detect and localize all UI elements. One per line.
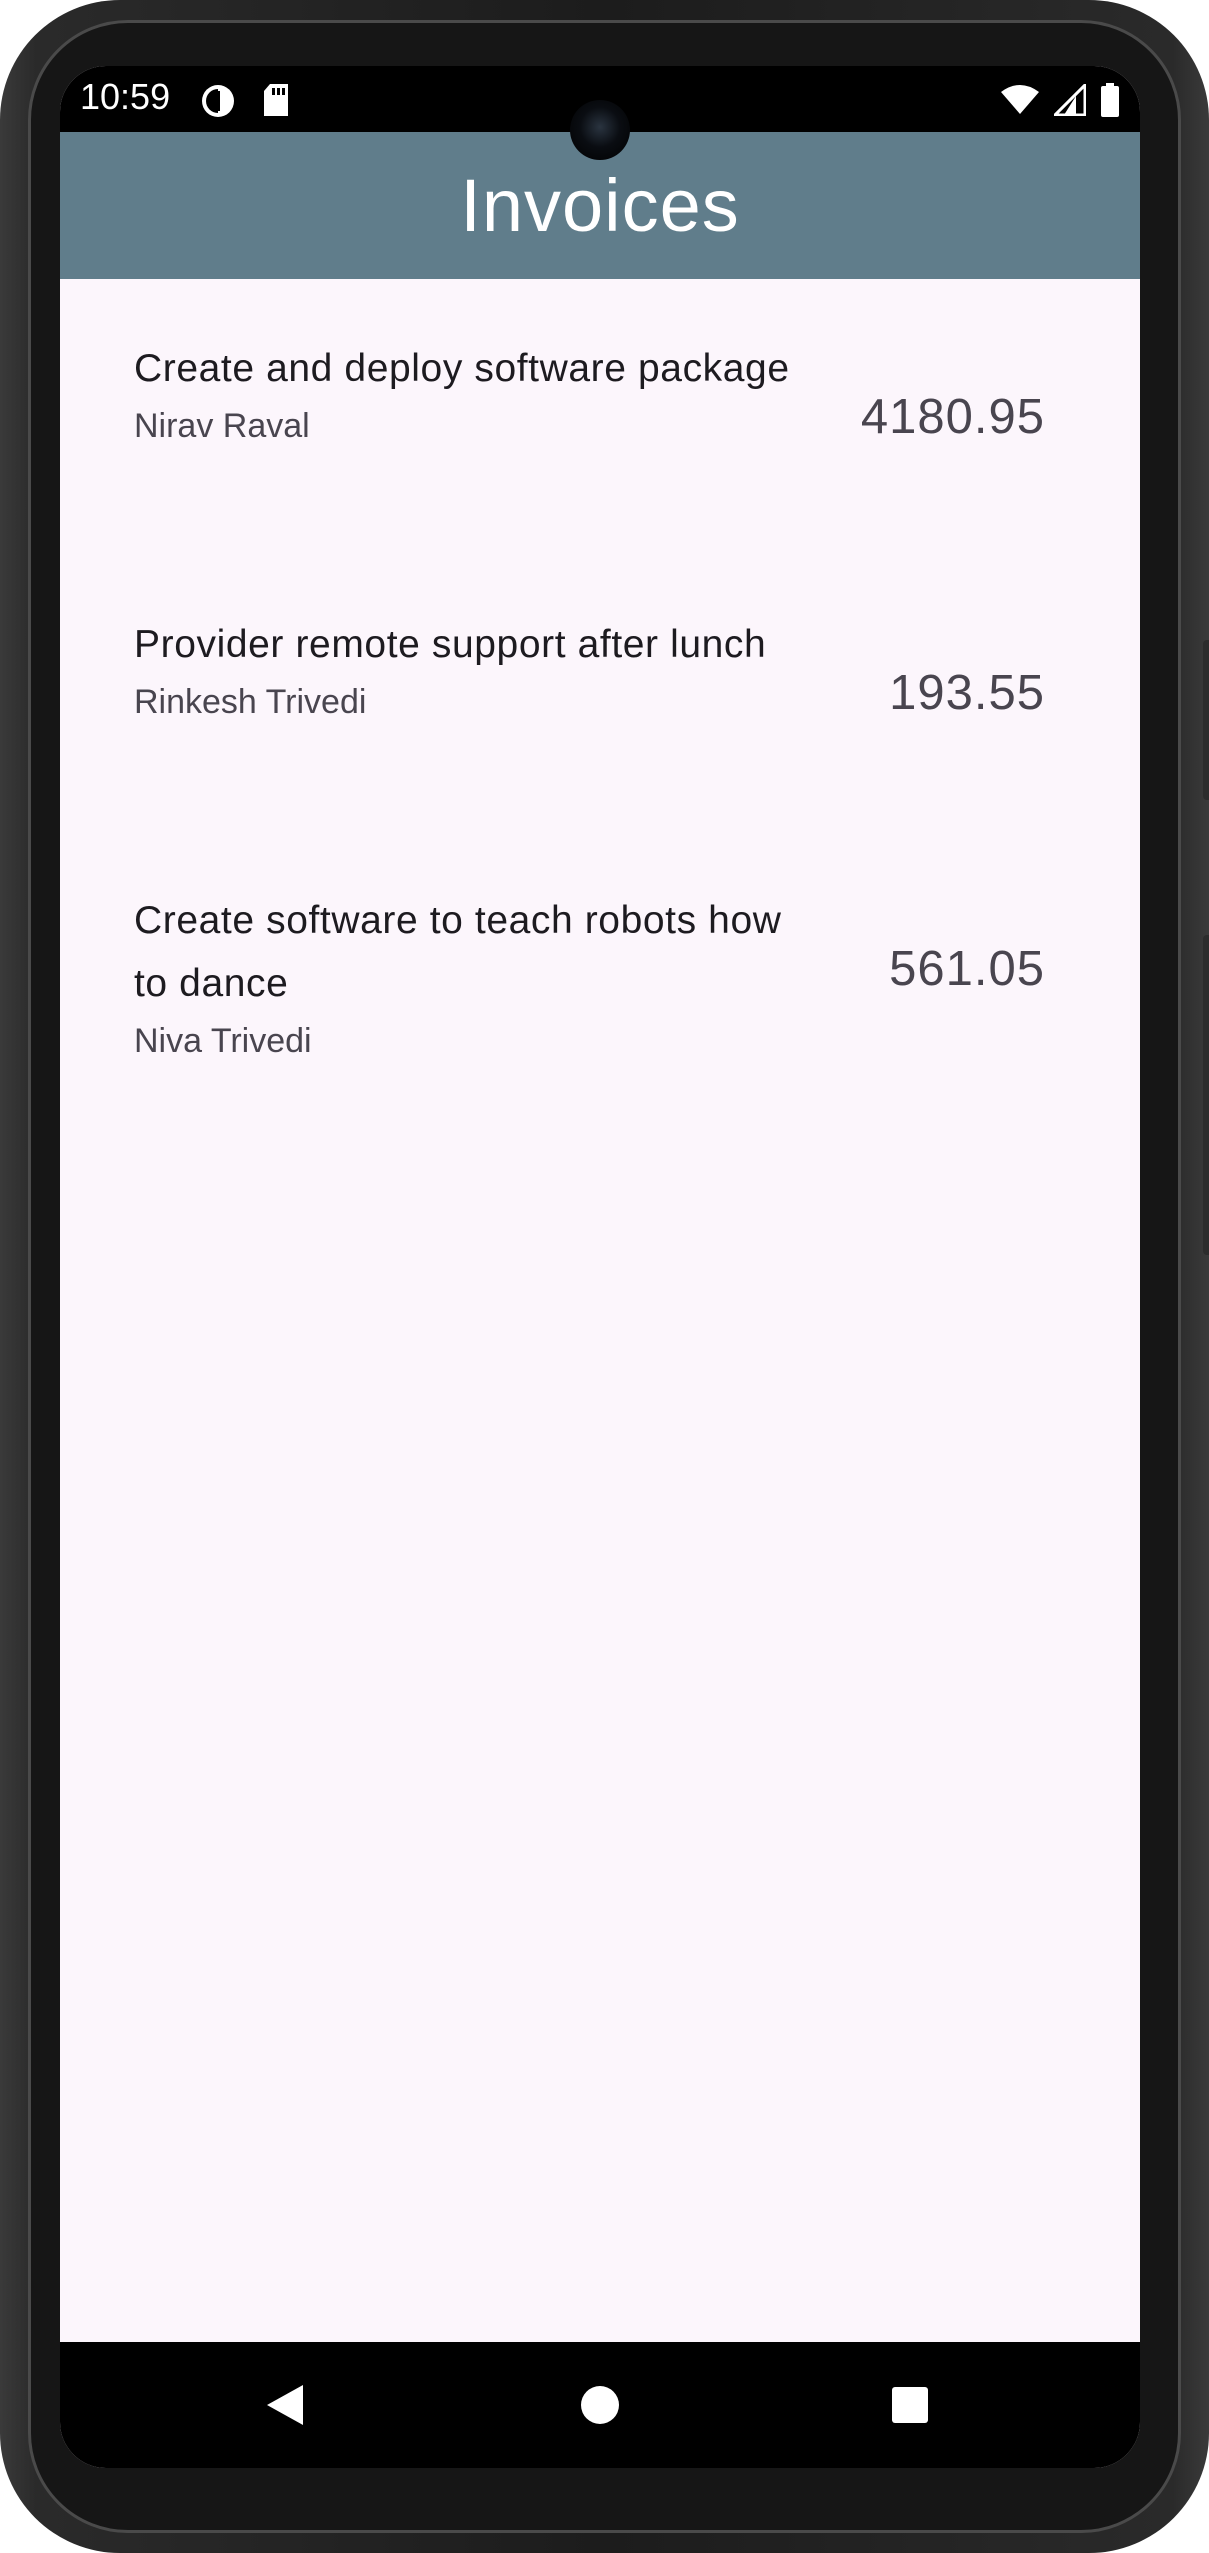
screen: 10:59 Invoices Create and deploy softwar… <box>60 66 1140 2468</box>
status-time: 10:59 <box>80 76 171 117</box>
recents-icon[interactable] <box>880 2375 940 2435</box>
device-frame: 10:59 Invoices Create and deploy softwar… <box>0 0 1209 2553</box>
back-icon[interactable] <box>255 2375 315 2435</box>
invoice-title: Create software to teach robots how to d… <box>134 899 782 1005</box>
front-camera <box>570 100 630 160</box>
invoice-amount: 561.05 <box>889 942 1045 996</box>
volume-button <box>1203 640 1209 800</box>
battery-icon <box>1100 83 1120 121</box>
invoice-client: Niva Trivedi <box>134 1022 312 1060</box>
invoice-client: Nirav Raval <box>134 407 310 445</box>
power-button <box>1203 935 1209 1255</box>
data-saver-icon <box>200 83 236 123</box>
wifi-icon <box>1000 84 1040 120</box>
invoice-row[interactable]: Create and deploy software package Nirav… <box>60 279 1140 555</box>
home-icon[interactable] <box>570 2375 630 2435</box>
sd-card-icon <box>262 83 290 123</box>
invoice-amount: 4180.95 <box>860 390 1045 444</box>
invoice-row[interactable]: Provider remote support after lunch Rink… <box>60 555 1140 831</box>
invoice-row[interactable]: Create software to teach robots how to d… <box>60 831 1140 1107</box>
invoice-amount: 193.55 <box>889 666 1045 720</box>
system-nav-bar <box>60 2342 1140 2468</box>
invoice-title: Create and deploy software package <box>134 347 790 390</box>
invoice-client: Rinkesh Trivedi <box>134 683 367 721</box>
signal-icon <box>1051 81 1087 120</box>
page-title: Invoices <box>460 164 740 247</box>
invoice-title: Provider remote support after lunch <box>134 623 767 666</box>
